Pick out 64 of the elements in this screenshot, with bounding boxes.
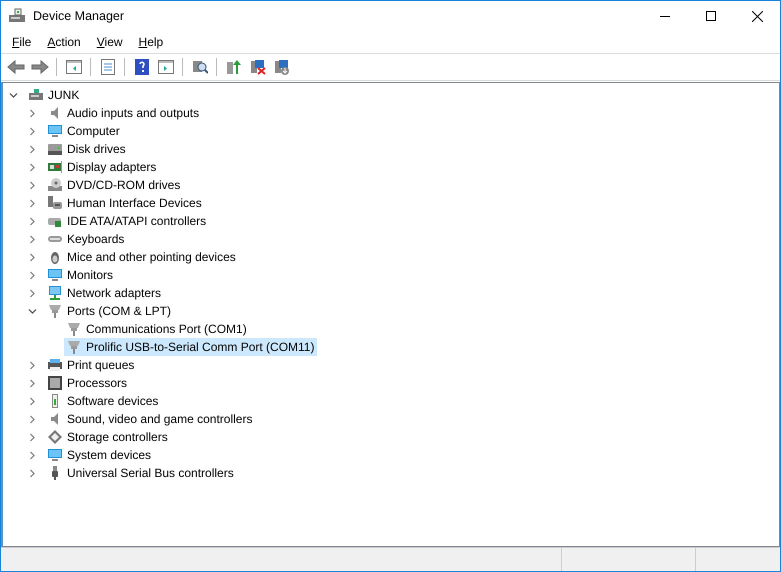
- expand-chevron-icon[interactable]: [28, 108, 37, 118]
- expand-chevron-icon[interactable]: [28, 216, 37, 226]
- tree-item[interactable]: Software devices: [45, 392, 162, 410]
- disc-drive-icon: [47, 177, 63, 193]
- menu-item[interactable]: Action: [39, 32, 89, 52]
- port-connector-icon: [47, 303, 63, 319]
- tree-item[interactable]: Network adapters: [45, 284, 164, 302]
- expand-chevron-icon[interactable]: [28, 432, 37, 442]
- tree-item[interactable]: Universal Serial Bus controllers: [45, 464, 237, 482]
- tree-item[interactable]: Monitors: [45, 266, 116, 284]
- printer-icon: [47, 357, 63, 373]
- chip-icon: [47, 375, 63, 391]
- drive-icon: [47, 141, 63, 157]
- tree-item[interactable]: Communications Port (COM1): [64, 320, 250, 338]
- maximize-icon: [706, 11, 716, 21]
- collapse-chevron-icon[interactable]: [28, 306, 37, 316]
- tree-item[interactable]: Disk drives: [45, 140, 129, 158]
- expand-chevron-icon[interactable]: [28, 468, 37, 478]
- tree-item[interactable]: Audio inputs and outputs: [45, 104, 202, 122]
- tree-item[interactable]: Storage controllers: [45, 428, 171, 446]
- expand-chevron-icon[interactable]: [28, 288, 37, 298]
- circuit-board-icon: [47, 159, 63, 175]
- expand-chevron-icon[interactable]: [28, 414, 37, 424]
- expand-chevron-icon[interactable]: [28, 378, 37, 388]
- expand-chevron-icon[interactable]: [28, 252, 37, 262]
- monitor-icon: [47, 123, 63, 139]
- tree-item[interactable]: Display adapters: [45, 158, 160, 176]
- monitor-icon: [47, 447, 63, 463]
- tree-item[interactable]: JUNK: [26, 86, 82, 104]
- tree-item[interactable]: Mice and other pointing devices: [45, 248, 239, 266]
- port-connector-icon: [66, 321, 82, 337]
- tree-item[interactable]: Processors: [45, 374, 130, 392]
- expand-chevron-icon[interactable]: [28, 360, 37, 370]
- monitor-icon: [47, 267, 63, 283]
- expand-chevron-icon[interactable]: [28, 270, 37, 280]
- menu-item[interactable]: File: [4, 32, 40, 52]
- expand-chevron-icon[interactable]: [28, 198, 37, 208]
- tree-item[interactable]: Keyboards: [45, 230, 128, 248]
- expand-chevron-icon[interactable]: [28, 450, 37, 460]
- computer-icon: [28, 87, 44, 103]
- network-icon: [47, 285, 63, 301]
- tree-item[interactable]: DVD/CD-ROM drives: [45, 176, 184, 194]
- expand-chevron-icon[interactable]: [28, 126, 37, 136]
- menu-item[interactable]: View: [88, 32, 131, 52]
- expand-chevron-icon[interactable]: [28, 162, 37, 172]
- tree-item[interactable]: IDE ATA/ATAPI controllers: [45, 212, 210, 230]
- tree-item[interactable]: Human Interface Devices: [45, 194, 205, 212]
- diamond-icon: [47, 429, 63, 445]
- close-icon: [752, 10, 762, 22]
- tree-item[interactable]: Ports (COM & LPT): [45, 302, 174, 320]
- device-manager-icon: [8, 8, 26, 24]
- tree-item[interactable]: Sound, video and game controllers: [45, 410, 256, 428]
- window-title: Device Manager: [33, 9, 124, 23]
- expand-chevron-icon[interactable]: [28, 180, 37, 190]
- tree-item[interactable]: Print queues: [45, 356, 138, 374]
- expand-chevron-icon[interactable]: [28, 234, 37, 244]
- expand-chevron-icon[interactable]: [28, 396, 37, 406]
- tree-item[interactable]: Computer: [45, 122, 123, 140]
- tree-item[interactable]: System devices: [45, 446, 154, 464]
- port-connector-icon: [66, 339, 82, 355]
- expand-chevron-icon[interactable]: [28, 144, 37, 154]
- menu-item[interactable]: Help: [130, 32, 172, 52]
- tree-item[interactable]: Prolific USB-to-Serial Comm Port (COM11): [64, 338, 318, 356]
- collapse-chevron-icon[interactable]: [9, 90, 18, 100]
